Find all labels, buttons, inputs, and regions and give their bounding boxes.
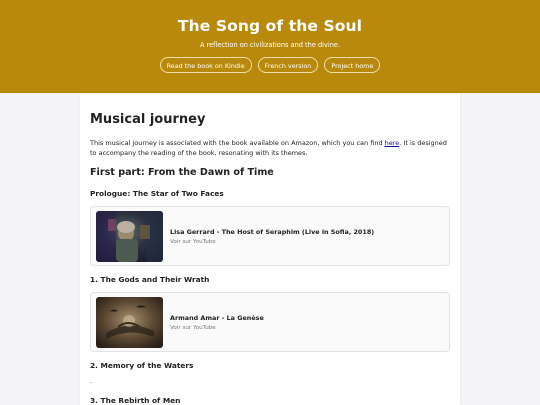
video-source[interactable]: Voir sur YouTube: [170, 239, 216, 245]
content-panel: Musical journey This musical journey is …: [80, 93, 460, 405]
section-heading: Prologue: The Star of Two Faces: [90, 189, 224, 198]
site-header: The Song of the Soul A reflection on civ…: [0, 0, 540, 93]
section-body: .: [90, 377, 93, 385]
site-title: The Song of the Soul: [177, 17, 363, 35]
french-version-link-button[interactable]: French version: [257, 57, 319, 73]
video-title[interactable]: Lisa Gerrard - The Host of Seraphim (Liv…: [170, 228, 374, 236]
section-heading: 3. The Rebirth of Men: [90, 396, 181, 405]
kindle-link-button[interactable]: Read the book on Kindle: [159, 57, 252, 73]
section-heading: 2. Memory of the Waters: [90, 361, 194, 370]
header-links: Read the book on Kindle French version Pro…: [0, 57, 540, 73]
site-subtitle: A reflection on civilizations and the di…: [199, 41, 341, 49]
video-card[interactable]: Armand Amar - La Genèse Voir sur YouTube: [90, 292, 450, 352]
intro-text-before: This musical journey is associated with …: [90, 139, 385, 147]
project-home-link-button[interactable]: Project home: [324, 57, 381, 73]
video-thumbnail-2[interactable]: [96, 297, 163, 348]
video-title[interactable]: Armand Amar - La Genèse: [170, 314, 264, 322]
page-title: Musical journey: [90, 112, 206, 127]
intro-paragraph: This musical journey is associated with …: [90, 139, 450, 158]
section-heading: 1. The Gods and Their Wrath: [90, 275, 210, 284]
video-card[interactable]: Lisa Gerrard - The Host of Seraphim (Liv…: [90, 206, 450, 266]
part-title: First part: From the Dawn of Time: [90, 167, 274, 178]
amazon-link[interactable]: here: [385, 139, 400, 147]
video-source[interactable]: Voir sur YouTube: [170, 325, 216, 331]
video-thumbnail-1[interactable]: [96, 211, 163, 262]
